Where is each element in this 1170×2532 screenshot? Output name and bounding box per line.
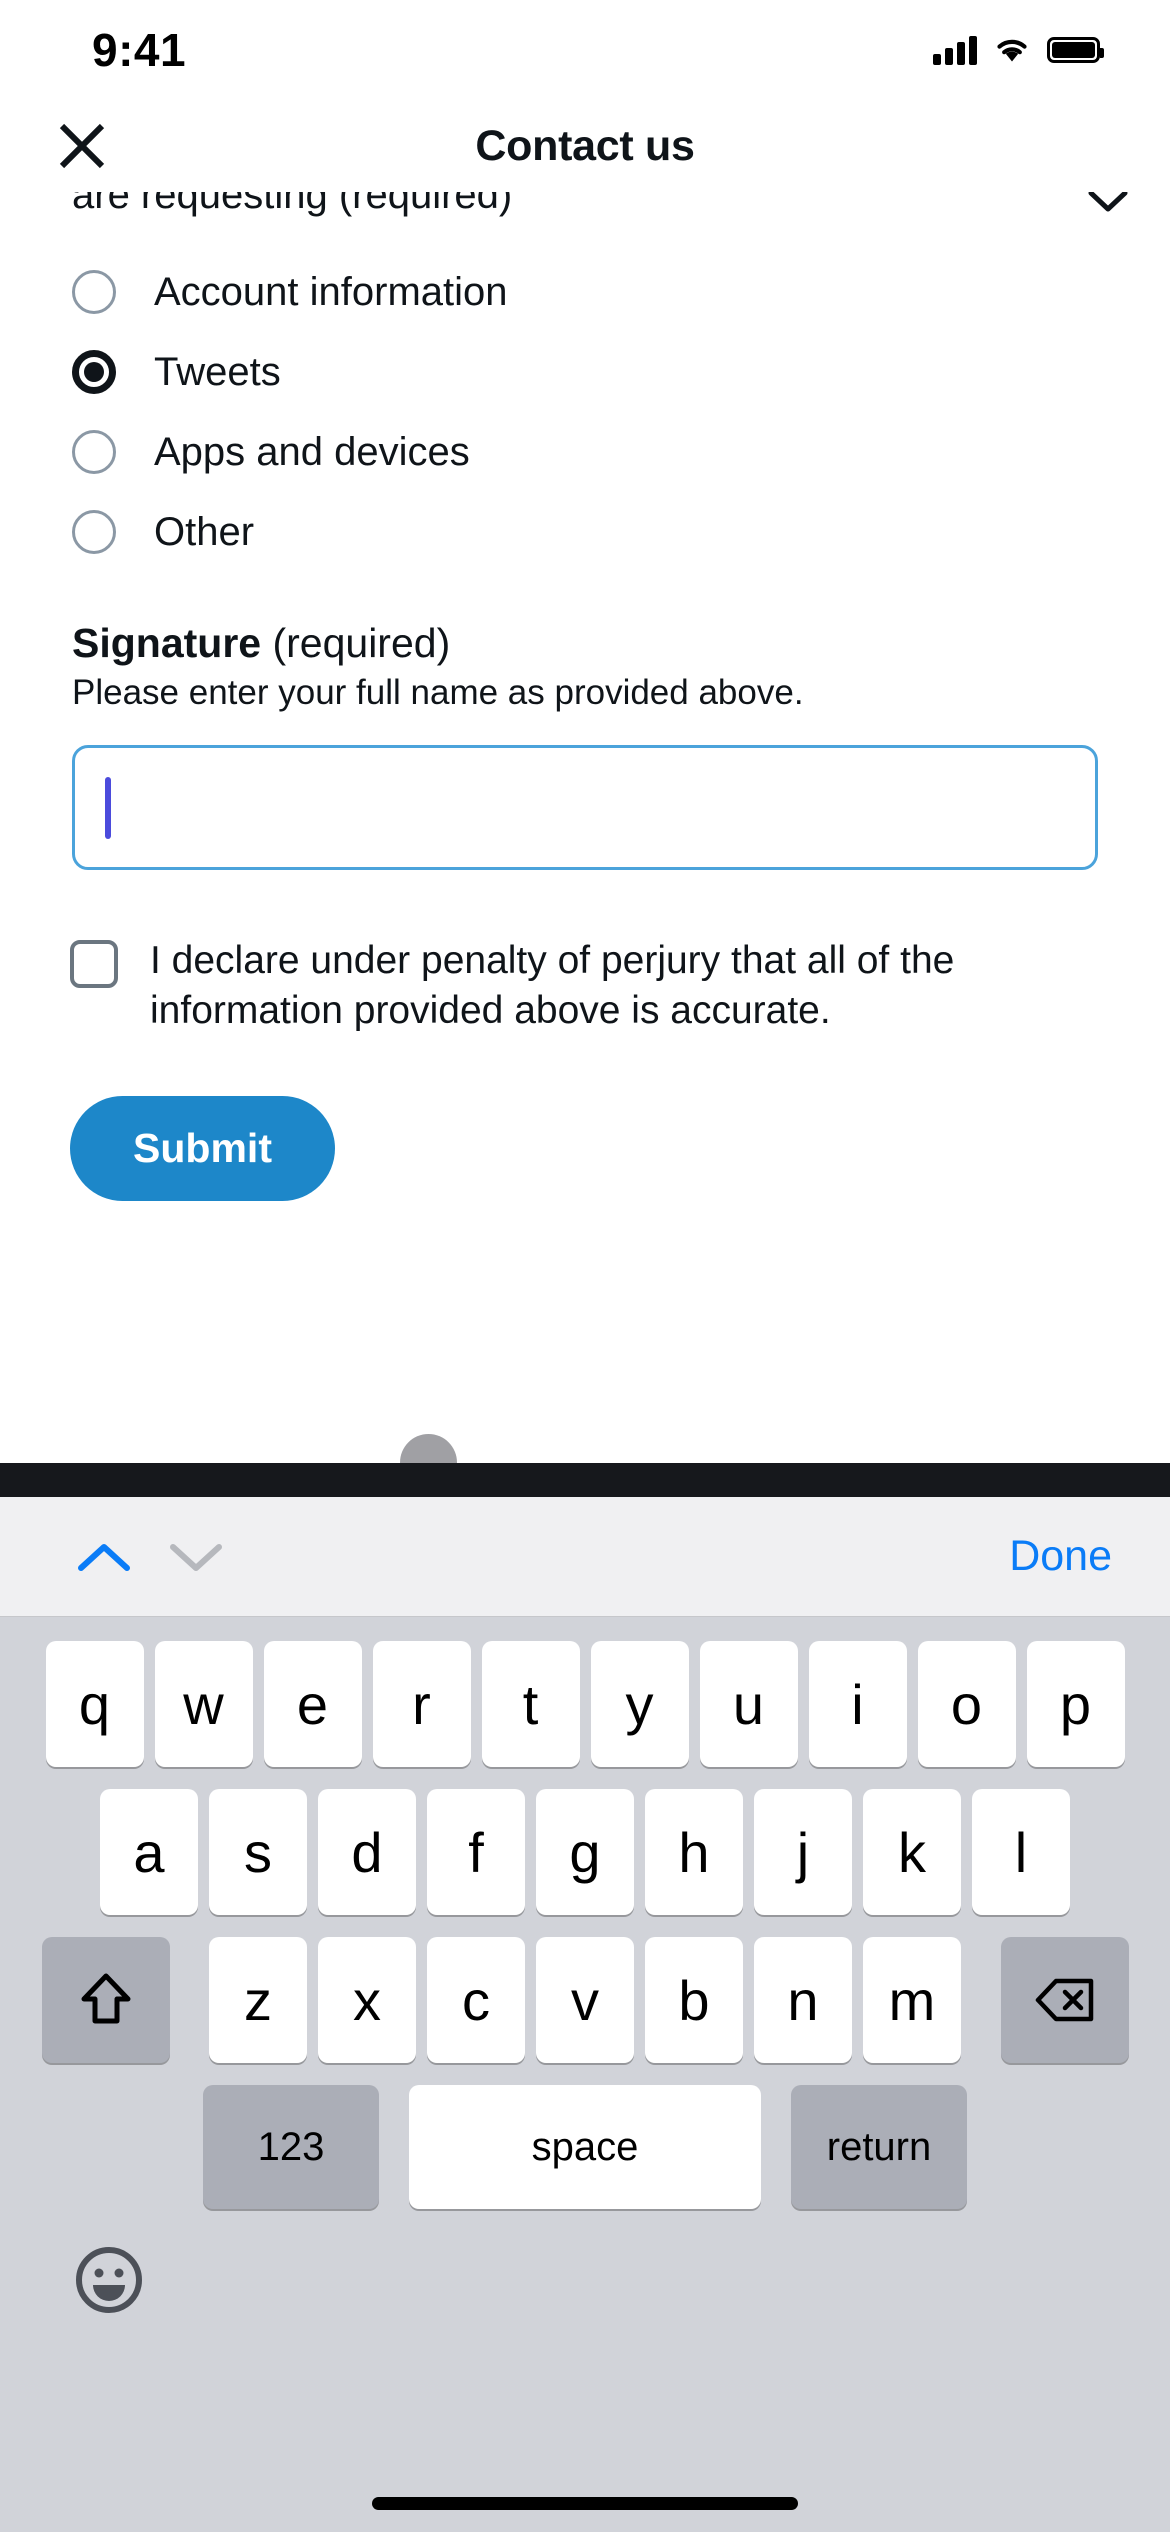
shift-arrow-icon[interactable] — [41, 1937, 170, 2063]
key-r[interactable]: r — [372, 1641, 471, 1767]
key-k[interactable]: k — [863, 1789, 961, 1915]
declaration-label: I declare under penalty of perjury that … — [150, 939, 955, 1032]
declaration-row[interactable]: I declare under penalty of perjury that … — [0, 936, 1170, 1036]
software-keyboard: Done q w e r t y u i o p a s d f g h j k… — [0, 1497, 1170, 2532]
nav-header: Contact us — [0, 100, 1170, 192]
wifi-icon — [993, 36, 1031, 64]
keyboard-row-1: q w e r t y u i o p — [0, 1641, 1170, 1767]
keyboard-done-button[interactable]: Done — [1009, 1532, 1112, 1581]
radio-option-tweets[interactable]: Tweets — [72, 332, 1170, 412]
key-p[interactable]: p — [1026, 1641, 1125, 1767]
keyboard-bottom-row — [0, 2241, 1170, 2319]
page-title: Contact us — [475, 121, 695, 170]
key-g[interactable]: g — [536, 1789, 634, 1915]
keyboard-row-2: a s d f g h j k l — [0, 1789, 1170, 1915]
chevron-up-icon[interactable] — [1086, 192, 1130, 219]
key-space[interactable]: space — [409, 2085, 761, 2209]
keyboard-key-rows: q w e r t y u i o p a s d f g h j k l z … — [0, 1617, 1170, 2319]
key-u[interactable]: u — [699, 1641, 798, 1767]
radio-circle-icon[interactable] — [72, 430, 116, 474]
key-d[interactable]: d — [318, 1789, 416, 1915]
key-o[interactable]: o — [917, 1641, 1016, 1767]
key-x[interactable]: x — [318, 1937, 416, 2063]
key-s[interactable]: s — [209, 1789, 307, 1915]
key-return[interactable]: return — [791, 2085, 967, 2209]
key-j[interactable]: j — [754, 1789, 852, 1915]
emoji-smiley-icon[interactable] — [70, 2241, 148, 2319]
signature-title-main: Signature — [72, 620, 262, 666]
radio-option-other[interactable]: Other — [72, 492, 1170, 572]
key-z[interactable]: z — [209, 1937, 307, 2063]
keyboard-row-3: z x c v b n m — [0, 1937, 1170, 2063]
key-f[interactable]: f — [427, 1789, 525, 1915]
key-c[interactable]: c — [427, 1937, 525, 2063]
backspace-delete-icon[interactable] — [1000, 1937, 1129, 2063]
key-b[interactable]: b — [645, 1937, 743, 2063]
signature-hint: Please enter your full name as provided … — [72, 673, 804, 712]
submit-button[interactable]: Submit — [70, 1095, 335, 1201]
key-l[interactable]: l — [972, 1789, 1070, 1915]
request-type-radio-group[interactable]: Account information Tweets Apps and devi… — [0, 252, 1170, 572]
keyboard-toolbar: Done — [0, 1497, 1170, 1617]
radio-label: Tweets — [154, 349, 281, 394]
status-bar: 9:41 — [0, 0, 1170, 100]
status-bar-time: 9:41 — [92, 24, 187, 76]
keyboard-row-4: 123 space return — [0, 2085, 1170, 2209]
battery-full-icon — [1047, 37, 1104, 63]
radio-circle-selected-icon[interactable] — [72, 350, 116, 394]
key-i[interactable]: i — [808, 1641, 907, 1767]
declaration-checkbox[interactable] — [70, 940, 118, 988]
signature-title-required: (required) — [261, 620, 451, 666]
key-w[interactable]: w — [154, 1641, 253, 1767]
keyboard-divider-bar — [0, 1463, 1170, 1497]
radio-option-account-information[interactable]: Account information — [72, 252, 1170, 332]
signature-title: Signature (required) — [72, 620, 1098, 667]
text-caret — [105, 776, 111, 839]
radio-label: Other — [154, 509, 255, 554]
key-m[interactable]: m — [863, 1937, 961, 2063]
key-a[interactable]: a — [100, 1789, 198, 1915]
signature-section: Signature (required) Please enter your f… — [0, 620, 1170, 870]
key-h[interactable]: h — [645, 1789, 743, 1915]
radio-label: Account information — [154, 269, 508, 314]
radio-label: Apps and devices — [154, 429, 470, 474]
key-t[interactable]: t — [481, 1641, 580, 1767]
chevron-down-icon[interactable] — [150, 1511, 242, 1603]
truncated-question-row: are requesting (required) — [0, 192, 1170, 220]
key-e[interactable]: e — [263, 1641, 362, 1767]
status-bar-icons — [933, 35, 1104, 65]
signature-input[interactable] — [72, 745, 1098, 870]
key-y[interactable]: y — [590, 1641, 689, 1767]
key-v[interactable]: v — [536, 1937, 634, 2063]
cellular-bars-icon — [933, 35, 977, 65]
form-content: are requesting (required) Account inform… — [0, 192, 1170, 1446]
chevron-up-icon[interactable] — [58, 1511, 150, 1603]
radio-option-apps-and-devices[interactable]: Apps and devices — [72, 412, 1170, 492]
radio-circle-icon[interactable] — [72, 270, 116, 314]
key-numbers[interactable]: 123 — [203, 2085, 379, 2209]
home-indicator — [372, 2497, 798, 2510]
radio-circle-icon[interactable] — [72, 510, 116, 554]
close-icon[interactable] — [50, 114, 114, 178]
key-q[interactable]: q — [45, 1641, 144, 1767]
key-n[interactable]: n — [754, 1937, 852, 2063]
truncated-question-label: are requesting (required) — [72, 192, 513, 217]
